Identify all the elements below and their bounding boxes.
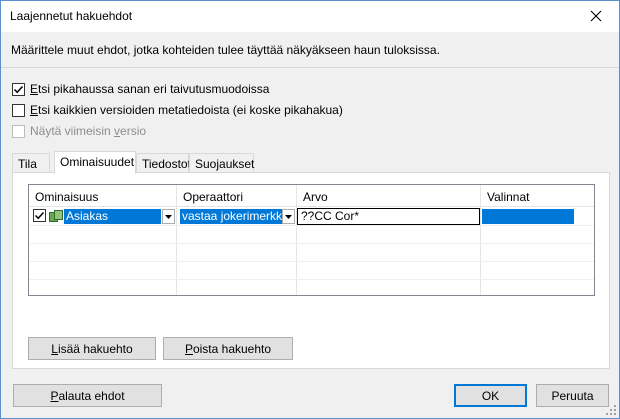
operator-cell[interactable]: vastaa jokerimerkkij... [177, 207, 297, 225]
options-cell[interactable] [481, 207, 594, 225]
option-all-versions[interactable]: Etsi kaikkien versioiden metatiedoista (… [12, 102, 343, 118]
value-cell[interactable]: ??CC Cor* [297, 207, 481, 225]
option-inflections-checkbox[interactable] [12, 82, 25, 96]
option-all-versions-checkbox[interactable] [12, 103, 25, 117]
empty-row [29, 261, 594, 280]
option-latest-version-checkbox [12, 124, 25, 138]
option-latest-version: Näytä viimeisin versio [12, 123, 146, 139]
reset-conditions-button[interactable]: Palauta ehdot [13, 384, 162, 407]
value-input[interactable]: ??CC Cor* [297, 208, 480, 225]
dialog-window: Laajennetut hakuehdot Määrittele muut eh… [0, 0, 620, 419]
tab-panel-properties: Ominaisuus Operaattori Arvo Valinnat Asi… [12, 172, 610, 369]
conditions-grid[interactable]: Ominaisuus Operaattori Arvo Valinnat Asi… [28, 184, 595, 296]
option-latest-version-label: Näytä viimeisin versio [30, 124, 147, 138]
option-inflections[interactable]: Etsi pikahaussa sanan eri taivutusmuodoi… [12, 81, 269, 97]
row-enabled-checkbox[interactable] [33, 209, 46, 222]
close-icon [590, 10, 602, 22]
tab-tila[interactable]: Tila [12, 153, 50, 173]
operator-dropdown-button[interactable] [282, 209, 295, 224]
column-header-value[interactable]: Arvo [297, 185, 481, 206]
resize-grip-icon[interactable] [606, 405, 617, 416]
ok-button[interactable]: OK [454, 384, 527, 407]
add-condition-button[interactable]: Lisää hakuehto [28, 337, 156, 360]
checkmark-icon [13, 85, 24, 93]
property-icon [49, 210, 63, 222]
column-header-options[interactable]: Valinnat [481, 185, 594, 206]
window-title: Laajennetut hakuehdot [10, 9, 133, 23]
tab-tiedostot[interactable]: Tiedostot [136, 153, 191, 173]
remove-condition-button[interactable]: Poista hakuehto [163, 337, 293, 360]
dropdown-arrow-icon [165, 214, 172, 219]
empty-row [29, 279, 594, 295]
dropdown-arrow-icon [285, 214, 292, 219]
tab-ominaisuudet[interactable]: Ominaisuudet [54, 151, 136, 174]
column-header-operator[interactable]: Operaattori [177, 185, 297, 206]
tab-suojaukset[interactable]: Suojaukset [189, 153, 254, 173]
empty-row [29, 225, 594, 244]
option-inflections-label: Etsi pikahaussa sanan eri taivutusmuodoi… [30, 82, 270, 96]
table-row[interactable]: Asiakas vastaa jokerimerkkij... ??CC Cor… [29, 206, 594, 225]
title-bar: Laajennetut hakuehdot [1, 1, 619, 32]
property-cell[interactable]: Asiakas [29, 207, 177, 225]
property-dropdown-button[interactable] [162, 209, 175, 224]
option-all-versions-label: Etsi kaikkien versioiden metatiedoista (… [30, 103, 343, 117]
cancel-button[interactable]: Peruuta [536, 384, 609, 407]
divider [1, 67, 619, 68]
close-button[interactable] [573, 1, 619, 31]
empty-row [29, 243, 594, 262]
checkmark-icon [34, 211, 45, 220]
description-text: Määrittele muut ehdot, jotka kohteiden t… [11, 43, 440, 57]
property-select[interactable]: Asiakas [64, 209, 161, 224]
column-header-property[interactable]: Ominaisuus [29, 185, 177, 206]
options-selection[interactable] [482, 209, 574, 224]
operator-select[interactable]: vastaa jokerimerkkij... [180, 209, 282, 224]
